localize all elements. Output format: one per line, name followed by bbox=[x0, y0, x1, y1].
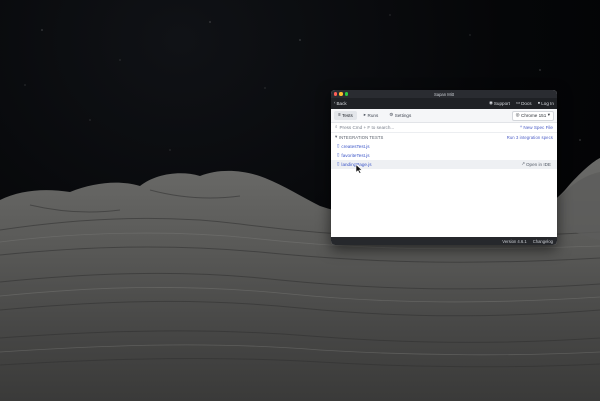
chevron-left-icon: ‹ bbox=[334, 100, 336, 106]
changelog-link[interactable]: Changelog bbox=[533, 239, 553, 244]
main-tabs: ≡ Tests ▸ Runs ⚙ Settings ◎ Chrome 151 ▾ bbox=[331, 109, 557, 123]
tab-settings-label: Settings bbox=[394, 113, 412, 118]
zoom-window-button[interactable] bbox=[344, 92, 349, 96]
version-label: Version 4.6.1 bbox=[502, 238, 527, 244]
desktop: Sapan Mitt ‹ Back ◉ Support ▭ Docs ● Log… bbox=[0, 0, 600, 401]
list-icon: ≡ bbox=[338, 112, 341, 118]
window-title: Sapan Mitt bbox=[433, 91, 455, 97]
caret-down-icon: ▾ bbox=[335, 134, 338, 140]
support-link[interactable]: ◉ Support bbox=[489, 100, 510, 106]
plus-icon: + bbox=[519, 124, 523, 130]
browser-select[interactable]: ◎ Chrome 151 ▾ bbox=[511, 110, 554, 121]
app-window: Sapan Mitt ‹ Back ◉ Support ▭ Docs ● Log… bbox=[331, 90, 557, 245]
play-icon: ▸ bbox=[363, 112, 367, 118]
window-controls bbox=[334, 92, 349, 96]
navbar-links: ◉ Support ▭ Docs ● Log In bbox=[489, 100, 554, 106]
spec-search-row: ⌕ Press Cmd + F to search... + New Spec … bbox=[331, 123, 557, 133]
tab-runs[interactable]: ▸ Runs bbox=[360, 111, 382, 120]
docs-link[interactable]: ▭ Docs bbox=[515, 100, 532, 106]
open-in-ide-button[interactable]: ↗ Open in IDE bbox=[521, 161, 551, 167]
run-all-specs-button[interactable]: Run 3 integration specs bbox=[507, 135, 553, 140]
integration-tests-header[interactable]: ▾ INTEGRATION TESTS Run 3 integration sp… bbox=[331, 133, 557, 142]
status-bar: Version 4.6.1 Changelog bbox=[331, 237, 557, 245]
new-spec-label: New Spec File bbox=[523, 125, 553, 130]
back-button[interactable]: ‹ Back bbox=[334, 100, 347, 106]
spec-search-input[interactable]: Press Cmd + F to search... bbox=[339, 125, 394, 130]
chrome-icon: ◎ bbox=[515, 112, 520, 118]
external-link-icon: ↗ bbox=[521, 161, 525, 167]
spec-name: favoriteTest.js bbox=[341, 153, 370, 158]
chevron-down-icon: ▾ bbox=[547, 112, 550, 118]
spec-row[interactable]: ▯ createsTest.js bbox=[331, 142, 557, 151]
tab-tests-label: Tests bbox=[342, 113, 353, 118]
top-navbar: ‹ Back ◉ Support ▭ Docs ● Log In bbox=[331, 98, 557, 109]
book-icon: ▭ bbox=[515, 100, 521, 106]
tab-tests[interactable]: ≡ Tests bbox=[334, 111, 357, 120]
section-title: INTEGRATION TESTS bbox=[338, 135, 384, 140]
login-button[interactable]: ● Log In bbox=[537, 100, 554, 106]
open-in-ide-label: Open in IDE bbox=[525, 162, 551, 167]
docs-label: Docs bbox=[521, 101, 532, 106]
gear-icon: ⚙ bbox=[389, 112, 394, 118]
login-label: Log In bbox=[541, 101, 554, 106]
back-label: Back bbox=[336, 101, 347, 106]
support-label: Support bbox=[493, 101, 510, 106]
spec-row[interactable]: ▯ landingPage.js ↗ Open in IDE bbox=[331, 160, 557, 169]
user-icon: ● bbox=[537, 100, 541, 106]
minimize-window-button[interactable] bbox=[339, 92, 343, 96]
file-icon: ▯ bbox=[337, 152, 340, 158]
close-window-button[interactable] bbox=[334, 92, 338, 96]
spec-name: createsTest.js bbox=[341, 144, 370, 149]
window-titlebar: Sapan Mitt bbox=[331, 90, 557, 98]
file-icon: ▯ bbox=[337, 161, 340, 167]
browser-select-label: Chrome 151 bbox=[521, 113, 547, 118]
file-icon: ▯ bbox=[337, 143, 340, 149]
tab-runs-label: Runs bbox=[367, 113, 379, 118]
chat-icon: ◉ bbox=[489, 100, 493, 106]
new-spec-file-button[interactable]: + New Spec File bbox=[519, 124, 553, 130]
search-icon: ⌕ bbox=[335, 124, 338, 130]
mouse-cursor-icon bbox=[355, 164, 363, 174]
tab-settings[interactable]: ⚙ Settings bbox=[385, 111, 415, 120]
spec-row[interactable]: ▯ favoriteTest.js bbox=[331, 151, 557, 160]
